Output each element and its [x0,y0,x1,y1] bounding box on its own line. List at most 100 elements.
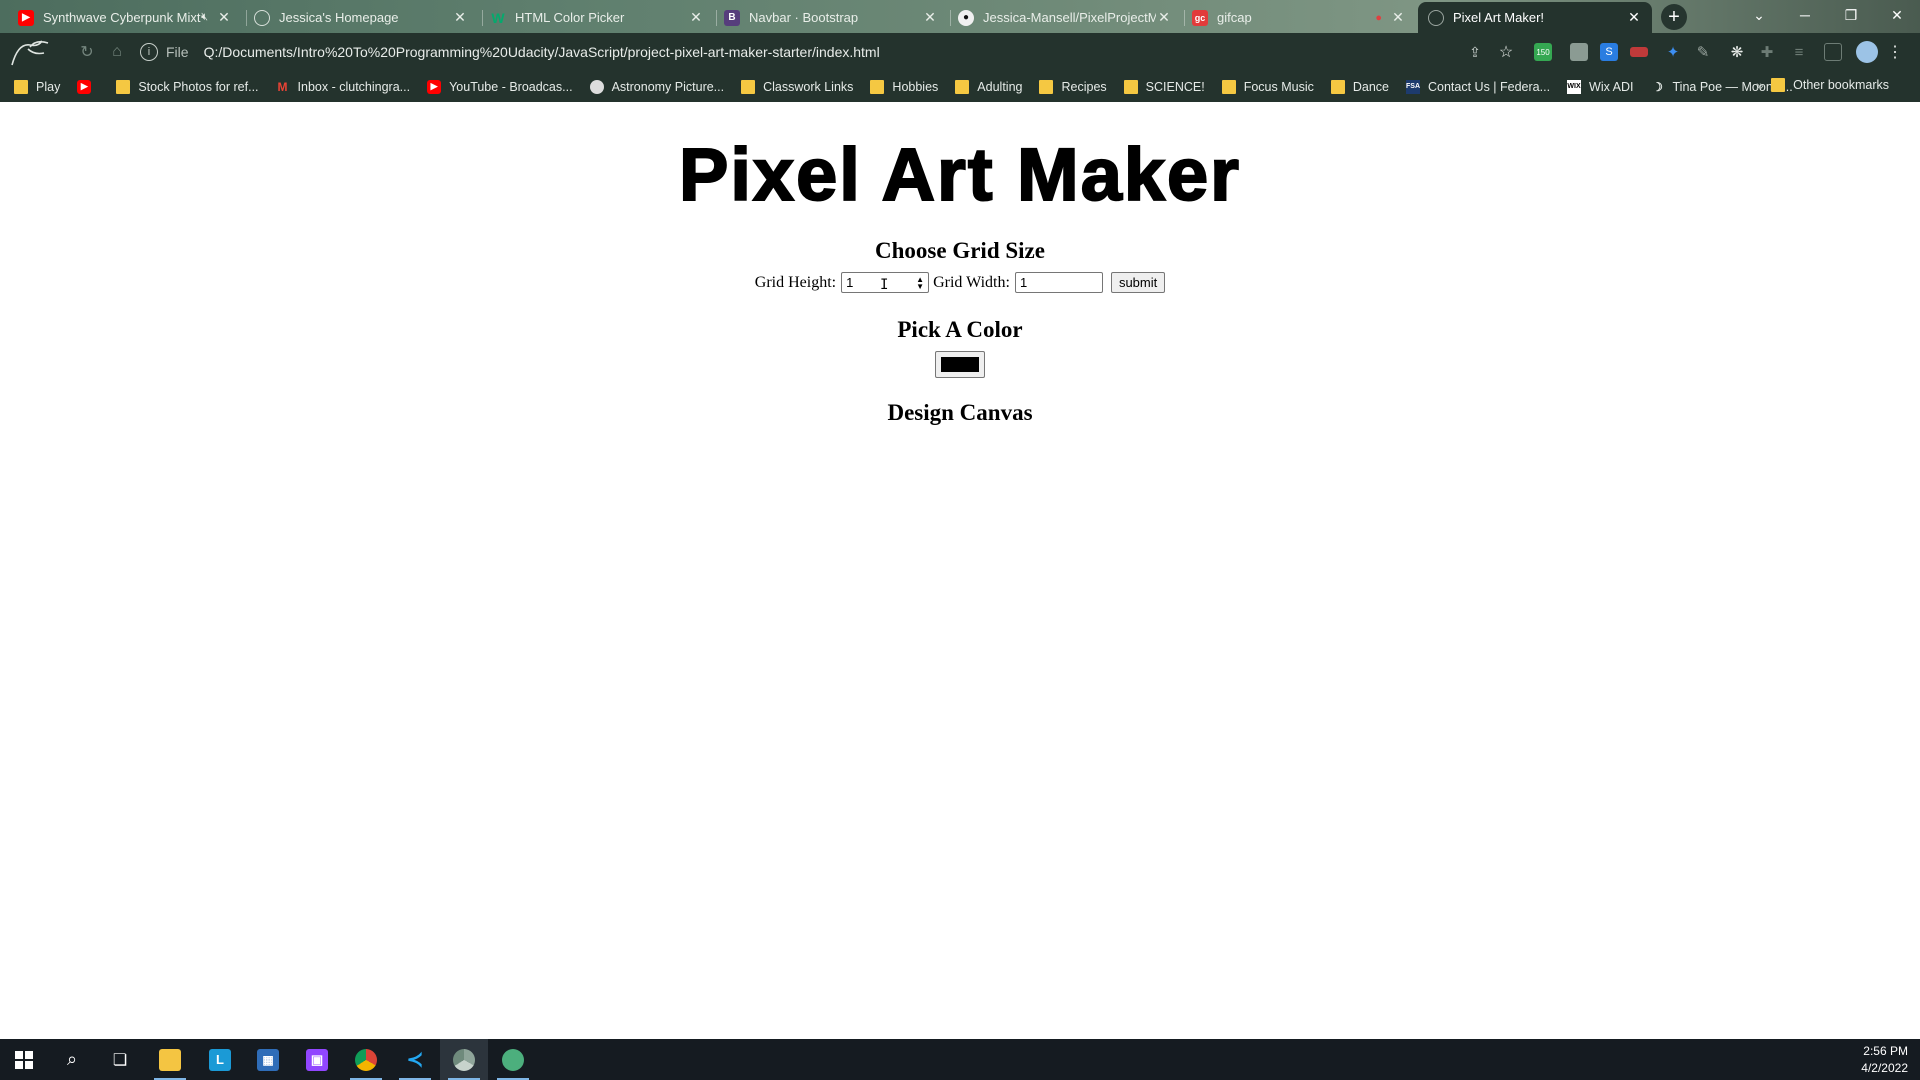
spinner-arrows-icon[interactable]: ▲ ▼ [916,275,924,290]
calculator-icon[interactable]: ▦ [244,1039,292,1080]
bookmark-label: Stock Photos for ref... [138,79,259,94]
minimize-button[interactable]: ─ [1782,0,1828,30]
share-icon[interactable]: ⇪ [1466,43,1484,61]
close-tab-icon[interactable]: ✕ [1156,9,1172,26]
side-panel-icon[interactable] [1824,43,1842,61]
close-tab-icon[interactable]: ✕ [1390,9,1406,26]
bookmarks-bar: Play ▶ Stock Photos for ref... M Inbox - … [0,71,1920,102]
extension-icon[interactable] [1570,43,1588,61]
tab-html-color-picker[interactable]: W HTML Color Picker ✕ [480,2,714,33]
tab-jessicas-homepage[interactable]: Jessica's Homepage ✕ [244,2,478,33]
vscode-icon[interactable]: ≺ [391,1039,439,1080]
bookmark-science[interactable]: SCIENCE! [1123,79,1205,94]
windows-taskbar: ⌕ ❏ L ▦ ▣ ≺ 2:56 PM 4/2/2022 [0,1039,1920,1080]
bookmark-recipes[interactable]: Recipes [1039,79,1107,94]
speaker-muted-icon[interactable]: 🔇︎ [201,11,208,24]
extension-flag-icon[interactable] [1630,47,1648,57]
extension-gear-icon[interactable]: ❋ [1728,43,1746,61]
reload-icon[interactable]: ↻ [76,41,98,63]
folder-icon [1123,79,1138,94]
bookmark-stock-photos[interactable]: Stock Photos for ref... [116,79,259,94]
tab-search-button[interactable]: ⌄ [1736,0,1782,30]
windows-start-icon[interactable] [0,1039,48,1080]
tab-title: gifcap [1217,10,1252,25]
close-tab-icon[interactable]: ✕ [1626,9,1642,26]
bookmark-wix-adi[interactable]: WIX Wix ADI [1567,79,1634,94]
bird-art-icon [11,40,49,66]
l-app-icon[interactable]: L [196,1039,244,1080]
bookmark-inbox[interactable]: M Inbox - clutchingra... [276,80,411,94]
globe-app-icon[interactable] [489,1039,537,1080]
bookmark-contact-us[interactable]: FSA Contact Us | Federa... [1406,79,1551,94]
tab-title: Jessica's Homepage [279,10,399,25]
bookmark-dance[interactable]: Dance [1330,79,1389,94]
menu-icon[interactable]: ⋮ [1886,43,1904,61]
bookmark-youtube[interactable]: ▶ [77,79,99,94]
moon-icon: ☽ [1652,79,1663,94]
extension-puzzle-icon[interactable]: ✚ [1758,43,1776,61]
bookmark-astronomy[interactable]: Astronomy Picture... [589,79,724,94]
folder-icon [14,79,28,94]
globe-icon [254,9,270,26]
close-tab-icon[interactable]: ✕ [216,9,232,26]
new-tab-button[interactable]: + [1661,4,1687,30]
tab-github-pixel-project[interactable]: ● Jessica-Mansell/PixelProjectMa ✕ [948,2,1182,33]
tab-title: Jessica-Mansell/PixelProjectMa [983,10,1156,25]
close-window-button[interactable]: ✕ [1874,0,1920,30]
grid-width-label: Grid Width: [933,273,1010,291]
tab-pixel-art-maker[interactable]: Pixel Art Maker! ✕ [1418,2,1652,33]
pixel-art-maker-logo: Pixel Art Maker [678,132,1240,212]
bookmark-play[interactable]: Play [14,79,60,94]
apod-icon [589,79,604,94]
system-clock[interactable]: 2:56 PM 4/2/2022 [1861,1043,1908,1077]
page-content: Pixel Art Maker Choose Grid Size Grid He… [0,102,1920,1039]
url-text[interactable]: Q:/Documents/Intro%20To%20Programming%20… [204,44,880,60]
extension-s-icon[interactable]: S [1600,43,1618,61]
bookmarks-overflow-icon[interactable]: » [1756,77,1764,93]
close-tab-icon[interactable]: ✕ [688,9,704,26]
task-view-icon[interactable]: ❏ [96,1039,144,1080]
restore-button[interactable]: ❐ [1828,0,1874,30]
youtube-icon: ▶ [427,79,442,94]
info-icon[interactable]: i [140,43,158,61]
grid-height-label: Grid Height: [754,273,837,291]
tab-bootstrap-navbar[interactable]: B Navbar · Bootstrap ✕ [714,2,948,33]
reading-list-icon[interactable]: ≡ [1790,43,1808,61]
bookmark-star-icon[interactable]: ☆ [1497,43,1515,61]
bookmark-adulting[interactable]: Adulting [955,79,1022,94]
folder-icon [741,79,756,94]
grid-width-input[interactable]: 1 [1014,272,1103,293]
avatar[interactable] [1856,41,1878,63]
file-explorer-icon[interactable] [146,1039,194,1080]
bookmark-label: Contact Us | Federa... [1428,79,1551,94]
submit-button[interactable]: submit [1110,272,1166,293]
bookmark-classwork[interactable]: Classwork Links [741,79,853,94]
browser-toolbar: ↻ ⌂ i File Q:/Documents/Intro%20To%20Pro… [0,33,1920,71]
extension-bird-icon[interactable]: ✦ [1664,43,1682,61]
close-tab-icon[interactable]: ✕ [922,9,938,26]
edit-icon[interactable]: ✎ [1694,43,1712,61]
close-tab-icon[interactable]: ✕ [452,9,468,26]
grid-size-heading: Choose Grid Size [875,238,1045,263]
scheme-label: File [166,44,189,60]
address-bar[interactable]: i File Q:/Documents/Intro%20To%20Program… [140,37,1492,67]
tab-strip: ▶ Synthwave Cyberpunk Mixt 🔇︎ ✕ Jessica'… [0,0,1920,33]
tab-synthwave[interactable]: ▶ Synthwave Cyberpunk Mixt 🔇︎ ✕ [8,2,242,33]
bookmark-youtube-broadcast[interactable]: ▶ YouTube - Broadcas... [427,79,573,94]
color-picker[interactable] [935,351,985,378]
extension-badge-icon[interactable]: 150 [1534,43,1552,61]
bookmark-focus-music[interactable]: Focus Music [1221,79,1314,94]
home-icon[interactable]: ⌂ [106,41,128,63]
bookmark-label: Dance [1352,79,1389,94]
twitch-icon[interactable]: ▣ [293,1039,341,1080]
chrome-icon[interactable] [342,1039,390,1080]
tab-title: Pixel Art Maker! [1453,10,1545,25]
other-bookmarks[interactable]: Other bookmarks [1771,78,1889,92]
search-icon[interactable]: ⌕ [48,1039,96,1080]
tab-gifcap[interactable]: gc gifcap ● ✕ [1182,2,1416,33]
chrome-icon[interactable] [440,1039,488,1080]
bookmark-label: Recipes [1061,79,1107,94]
bookmark-label: YouTube - Broadcas... [449,79,573,94]
bookmark-hobbies[interactable]: Hobbies [870,79,938,94]
pick-color-heading: Pick A Color [897,317,1023,342]
